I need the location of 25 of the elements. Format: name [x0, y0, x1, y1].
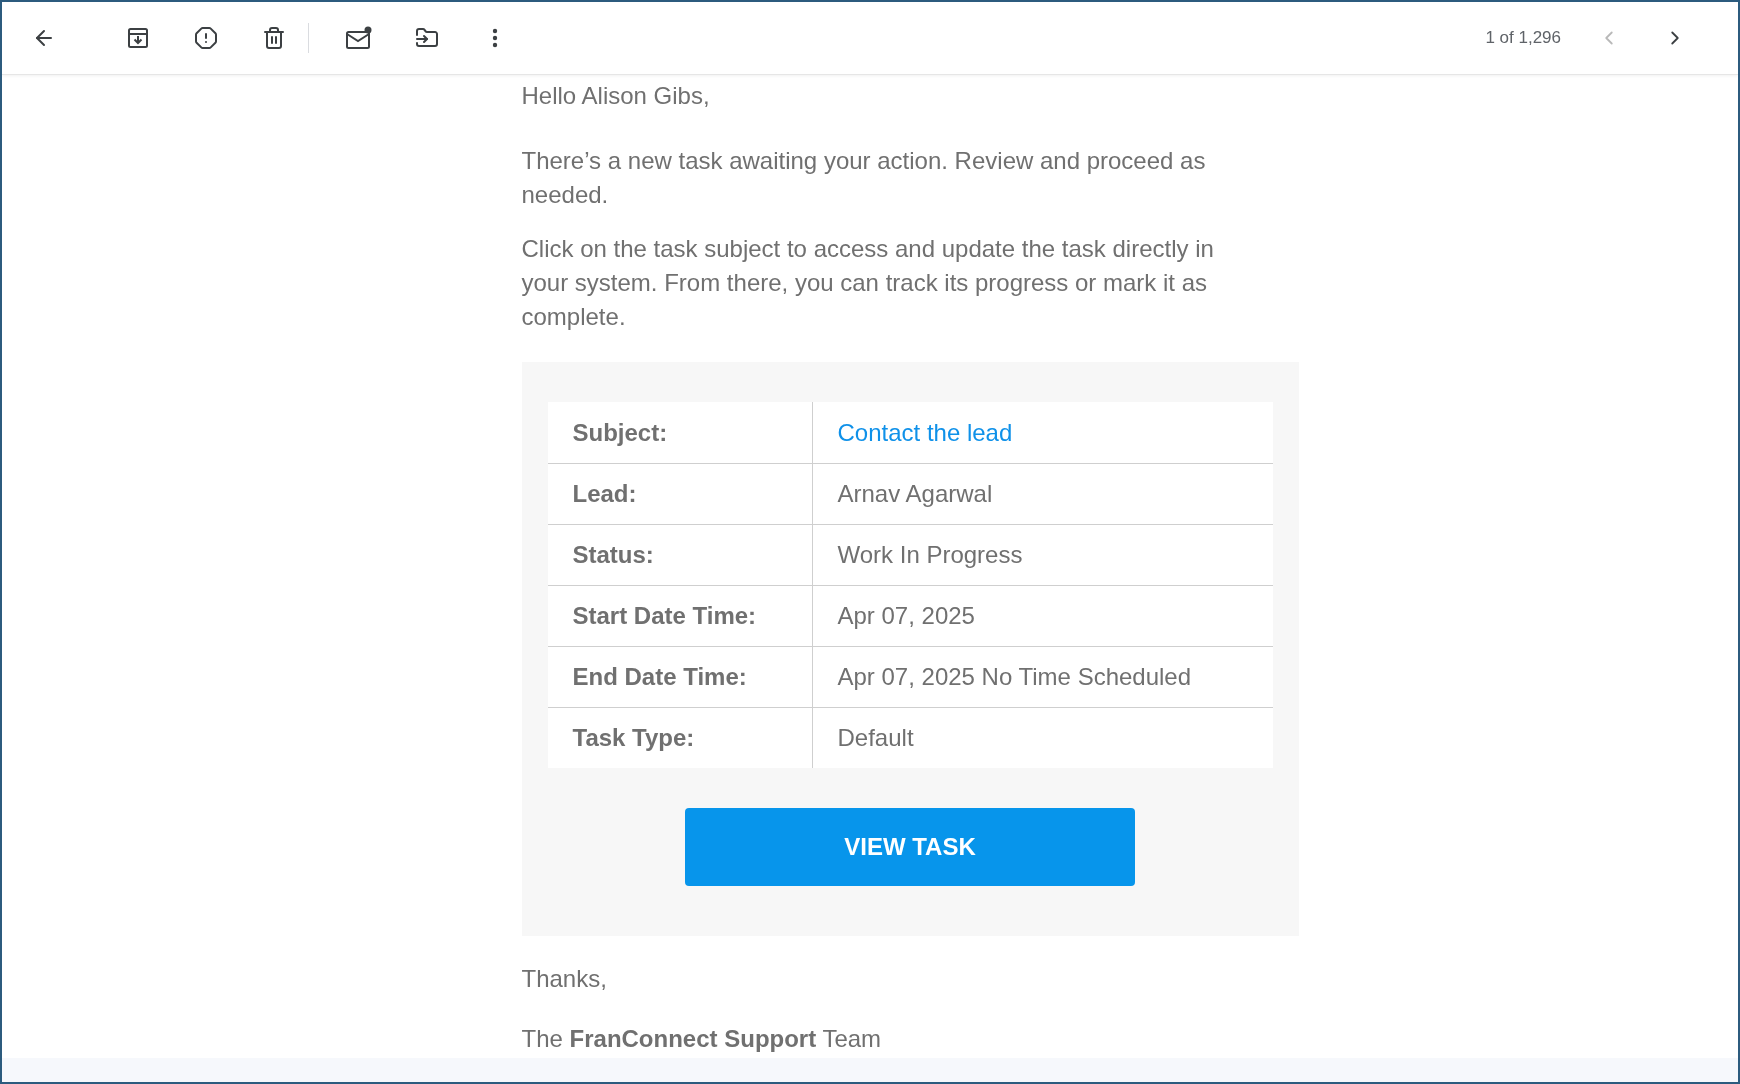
more-icon [492, 28, 498, 48]
body-paragraph: Click on the task subject to access and update the task directly in your system. From there, you can track its progress or mark it as complete. [521, 234, 1215, 332]
trash-icon [262, 26, 286, 50]
field-label: Status: [547, 525, 813, 585]
field-text: Apr 07, 2025 No Time Scheduled [837, 662, 1192, 692]
alert-icon [194, 26, 218, 50]
field-label: Lead: [547, 464, 813, 524]
pager-count: 1 of 1,296 [1485, 28, 1561, 48]
field-text: Apr 07, 2025 [837, 601, 975, 631]
field-text: Default [837, 723, 914, 753]
task-subject-link[interactable]: Contact the lead [837, 415, 1013, 450]
field-label: Start Date Time: [547, 586, 813, 646]
archive-icon [126, 26, 150, 50]
view-task-button[interactable]: VIEW TASK [685, 808, 1135, 886]
mail-dot-icon [345, 26, 373, 50]
field-text: Arnav Agarwal [837, 479, 993, 509]
body-paragraph: There’s a new task awaiting your action. Review and proceed as needed. [521, 146, 1207, 210]
folder-icon [415, 26, 439, 50]
closing-text: The FranConnect Support Team [521, 1024, 883, 1054]
field-label: Subject: [547, 402, 813, 463]
greeting-text: Hello Alison Gibs, [521, 81, 711, 111]
closing-text: Thanks, [521, 964, 608, 994]
field-label: Task Type: [547, 708, 813, 768]
field-text: Work In Progress [837, 540, 1023, 570]
field-label: End Date Time: [547, 647, 813, 707]
